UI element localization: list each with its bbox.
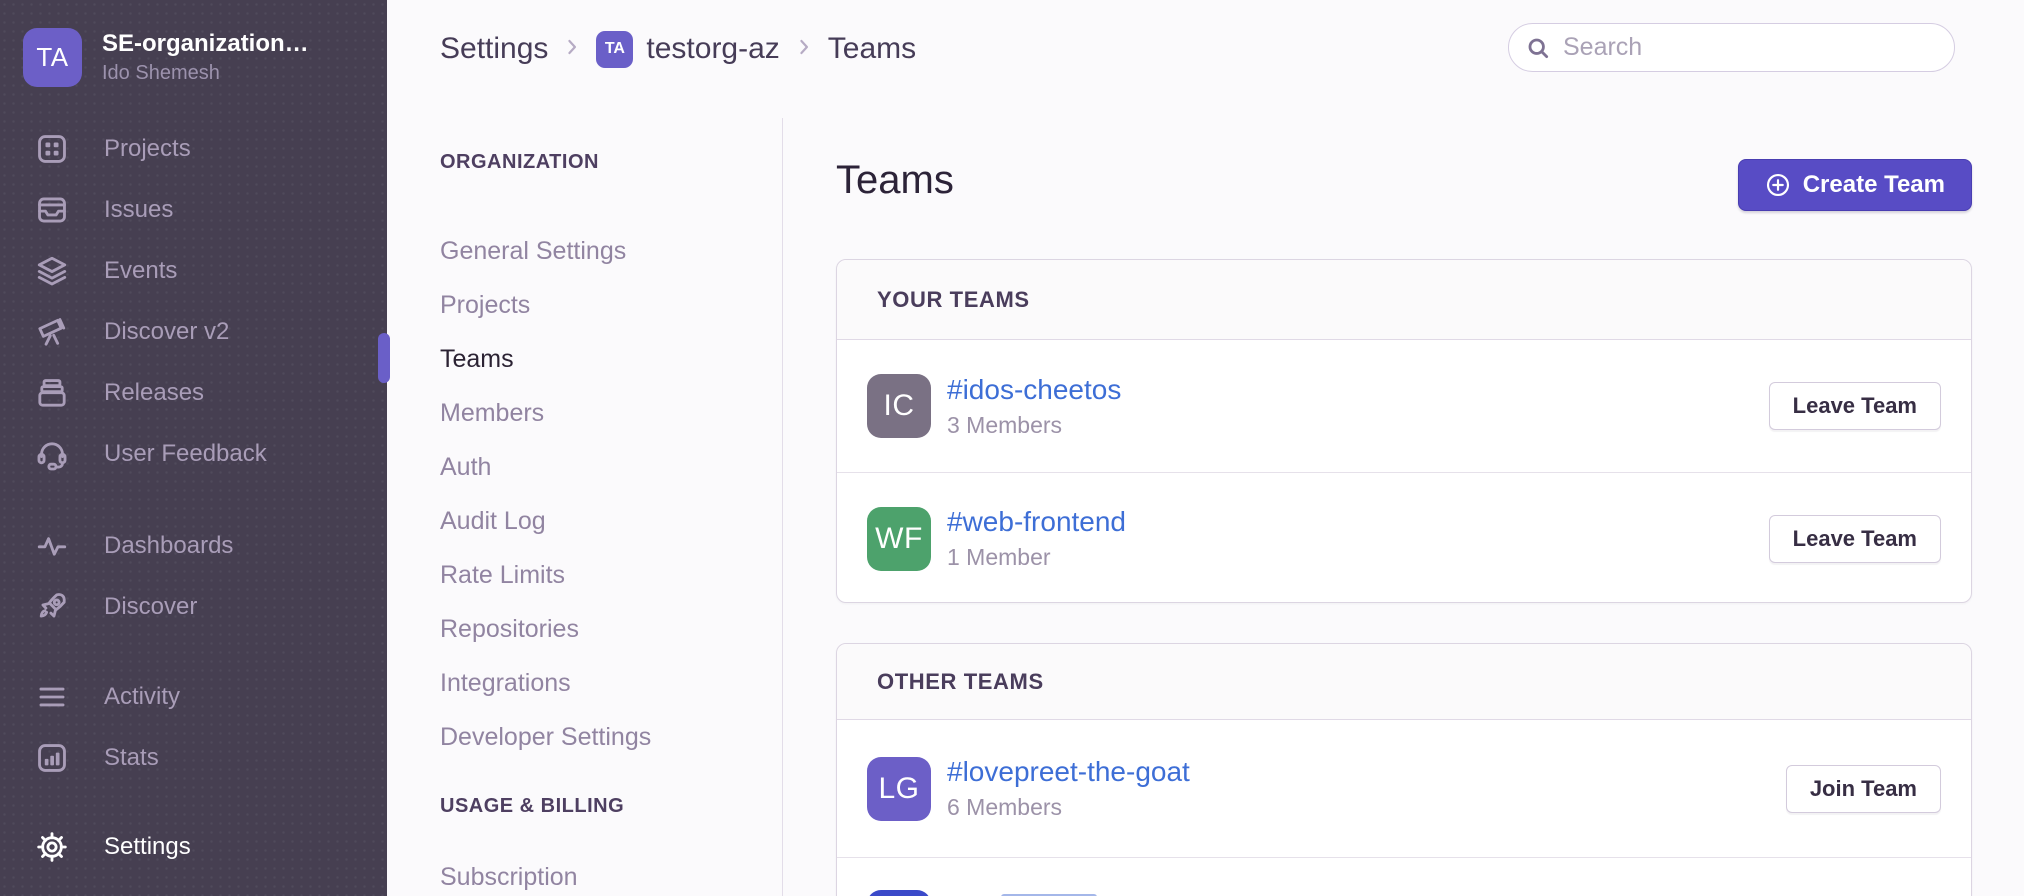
- events-layers-icon: [33, 254, 71, 288]
- create-team-button[interactable]: Create Team: [1738, 159, 1972, 211]
- sidebar-item-discover[interactable]: Discover: [0, 576, 387, 637]
- sidebar-item-label: Dashboards: [104, 532, 233, 560]
- sidebar-item-label: Settings: [104, 833, 191, 861]
- leave-team-button[interactable]: Leave Team: [1769, 382, 1941, 430]
- sidebar-item-label: Discover v2: [104, 318, 229, 346]
- join-team-button[interactable]: Join Team: [1786, 765, 1941, 813]
- sidebar-item-label: Activity: [104, 683, 180, 711]
- releases-archive-icon: [33, 376, 71, 410]
- team-info: #lovepreet-the-goat 6 Members: [947, 756, 1190, 821]
- settings-nav-org-list: General Settings Projects Teams Members …: [440, 224, 740, 764]
- team-name-link[interactable]: #lovepreet-the-goat: [947, 756, 1190, 788]
- sidebar-nav: Projects Issues Events Discover v2 Relea…: [0, 118, 387, 877]
- breadcrumb-org-label: testorg-az: [646, 32, 779, 66]
- sidebar-item-label: Issues: [104, 196, 173, 224]
- team-avatar: LG: [867, 757, 931, 821]
- other-teams-panel: OTHER TEAMS LG #lovepreet-the-goat 6 Mem…: [836, 643, 1972, 896]
- sidebar-item-settings[interactable]: Settings: [0, 816, 387, 877]
- team-name-link[interactable]: #web-frontend: [947, 506, 1126, 538]
- your-teams-header: YOUR TEAMS: [837, 260, 1971, 340]
- team-row-partial: [837, 857, 1971, 896]
- settings-nav-item-repositories[interactable]: Repositories: [440, 602, 740, 656]
- sidebar-item-releases[interactable]: Releases: [0, 362, 387, 423]
- team-info: #idos-cheetos 3 Members: [947, 374, 1121, 439]
- team-member-count: 3 Members: [947, 412, 1121, 439]
- sidebar-item-label: Stats: [104, 744, 159, 772]
- settings-nav-item-members[interactable]: Members: [440, 386, 740, 440]
- sidebar-item-label: Discover: [104, 593, 197, 621]
- sidebar-item-stats[interactable]: Stats: [0, 727, 387, 788]
- active-nav-indicator: [378, 333, 390, 383]
- team-avatar: WF: [867, 507, 931, 571]
- team-member-count: 6 Members: [947, 794, 1190, 821]
- teams-page: Teams Create Team YOUR TEAMS IC #idos-ch…: [836, 0, 1972, 896]
- chevron-right-icon: [793, 36, 815, 63]
- user-feedback-headset-icon: [33, 437, 71, 471]
- issues-inbox-icon: [33, 193, 71, 227]
- activity-lines-icon: [33, 680, 71, 714]
- settings-nav-item-auth[interactable]: Auth: [440, 440, 740, 494]
- sidebar-item-events[interactable]: Events: [0, 240, 387, 301]
- settings-nav-item-integrations[interactable]: Integrations: [440, 656, 740, 710]
- sidebar: TA SE-organization… Ido Shemesh Projects…: [0, 0, 387, 896]
- settings-nav-item-teams[interactable]: Teams: [440, 332, 740, 386]
- gear-icon: [33, 830, 71, 864]
- sidebar-item-activity[interactable]: Activity: [0, 666, 387, 727]
- team-name-link[interactable]: #idos-cheetos: [947, 374, 1121, 406]
- settings-nav-item-audit-log[interactable]: Audit Log: [440, 494, 740, 548]
- sidebar-item-label: Releases: [104, 379, 204, 407]
- sidebar-item-dashboards[interactable]: Dashboards: [0, 515, 387, 576]
- settings-nav-item-subscription[interactable]: Subscription: [440, 850, 740, 896]
- team-row: WF #web-frontend 1 Member Leave Team: [837, 472, 1971, 604]
- settings-nav: ORGANIZATION General Settings Projects T…: [440, 150, 740, 896]
- other-teams-header: OTHER TEAMS: [837, 644, 1971, 720]
- projects-grid-icon: [33, 132, 71, 166]
- sidebar-item-user-feedback[interactable]: User Feedback: [0, 423, 387, 484]
- page-title: Teams: [836, 158, 954, 203]
- settings-nav-item-developer-settings[interactable]: Developer Settings: [440, 710, 740, 764]
- team-info: #web-frontend 1 Member: [947, 506, 1126, 571]
- org-switcher[interactable]: TA SE-organization… Ido Shemesh: [0, 0, 387, 87]
- team-row: IC #idos-cheetos 3 Members Leave Team: [837, 340, 1971, 472]
- settings-nav-section-organization: ORGANIZATION: [440, 150, 740, 174]
- stats-chart-icon: [33, 741, 71, 775]
- settings-nav-item-projects[interactable]: Projects: [440, 278, 740, 332]
- org-meta: SE-organization… Ido Shemesh: [102, 30, 309, 85]
- plus-circle-icon: [1765, 172, 1791, 198]
- settings-nav-billing-list: Subscription: [440, 850, 740, 896]
- telescope-icon: [33, 315, 71, 349]
- pulse-icon: [33, 529, 71, 563]
- team-member-count: 1 Member: [947, 544, 1126, 571]
- team-avatar: [867, 890, 931, 896]
- breadcrumb-org[interactable]: TA testorg-az: [596, 31, 779, 68]
- breadcrumb-settings[interactable]: Settings: [440, 32, 548, 66]
- org-badge: TA: [596, 31, 633, 68]
- leave-team-button[interactable]: Leave Team: [1769, 515, 1941, 563]
- org-user-name: Ido Shemesh: [102, 62, 309, 85]
- org-avatar: TA: [23, 28, 82, 87]
- team-avatar: IC: [867, 374, 931, 438]
- sidebar-item-label: User Feedback: [104, 440, 267, 468]
- settings-nav-section-usage-billing: USAGE & BILLING: [440, 794, 740, 818]
- sidebar-item-discover-v2[interactable]: Discover v2: [0, 301, 387, 362]
- org-name: SE-organization…: [102, 30, 309, 58]
- create-team-label: Create Team: [1803, 171, 1945, 199]
- sidebar-item-issues[interactable]: Issues: [0, 179, 387, 240]
- settings-nav-item-rate-limits[interactable]: Rate Limits: [440, 548, 740, 602]
- rocket-icon: [33, 590, 71, 624]
- sidebar-item-label: Events: [104, 257, 177, 285]
- sidebar-item-label: Projects: [104, 135, 191, 163]
- settings-nav-item-general-settings[interactable]: General Settings: [440, 224, 740, 278]
- settings-nav-divider: [782, 118, 783, 896]
- chevron-right-icon: [561, 36, 583, 63]
- team-row: LG #lovepreet-the-goat 6 Members Join Te…: [837, 720, 1971, 857]
- your-teams-panel: YOUR TEAMS IC #idos-cheetos 3 Members Le…: [836, 259, 1972, 603]
- sidebar-item-projects[interactable]: Projects: [0, 118, 387, 179]
